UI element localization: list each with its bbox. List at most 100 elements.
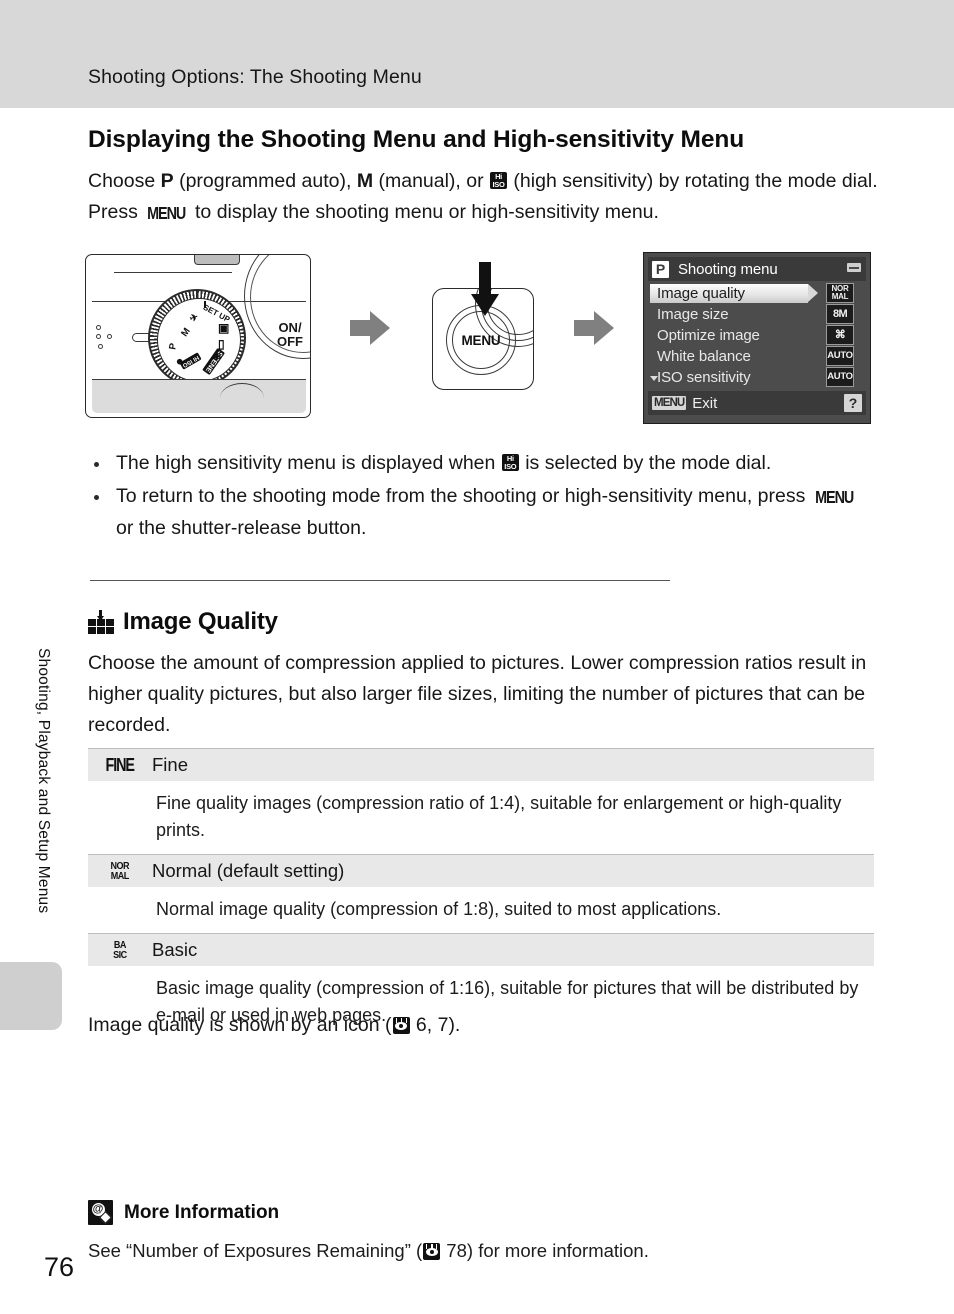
lcd-menu-list: Image quality Image size Optimize image … — [648, 281, 820, 389]
lcd-item-label: ISO sensitivity — [657, 369, 751, 386]
intro-paragraph: Choose P (programmed auto), M (manual), … — [88, 166, 878, 229]
table-row-header-basic: BA SIC Basic — [88, 933, 874, 966]
mi-text-1: See “Number of Exposures Remaining” ( — [88, 1240, 423, 1261]
dial-icon-portrait: ▣ — [218, 321, 230, 335]
quality-label-basic: Basic — [152, 939, 198, 960]
bullet1-text-1: The high sensitivity menu is displayed w… — [116, 452, 501, 474]
page-content: Displaying the Shooting Menu and High-se… — [0, 0, 954, 1314]
quality-glyph-fine: FINE — [88, 755, 152, 776]
mi-text-2: 78) for more information. — [441, 1240, 649, 1261]
intro-text-3: (manual), or — [373, 170, 490, 192]
quality-glyph-normal: NOR MAL — [88, 861, 152, 882]
bullet1-text-2: is selected by the mode dial. — [519, 452, 772, 474]
camera-speaker-dots — [96, 325, 130, 351]
mode-p-label: P — [160, 170, 174, 192]
mode-m-label: M — [356, 170, 374, 192]
image-quality-blocks — [88, 619, 114, 634]
intro-text-1: Choose — [88, 170, 161, 192]
lcd-menu-item-image-size[interactable]: Image size — [648, 304, 820, 325]
cross-reference-icon — [423, 1243, 441, 1260]
quality-label-fine: Fine — [152, 754, 188, 775]
camera-mode-dial-illustration: ON/ OFF M P SET UP SCENE HI ISO ● ▣ ▯ ❀ … — [85, 254, 311, 418]
more-information-text: See “Number of Exposures Remaining” ( 78… — [88, 1236, 878, 1265]
dial-label-m: M — [179, 326, 193, 339]
lcd-item-label: Optimize image — [657, 327, 760, 344]
high-sensitivity-icon: Hi ISO — [490, 172, 508, 189]
menu-button-glyph: MENU — [147, 203, 186, 223]
camera-bottom-plate — [92, 379, 306, 413]
menu-button-label: MENU — [461, 332, 501, 348]
lcd-footer-bar: MENU Exit ? — [648, 391, 866, 415]
image-quality-closing-line: Image quality is shown by an icon ( 6, 7… — [88, 1010, 878, 1041]
lcd-menu-item-image-quality[interactable]: Image quality — [648, 283, 820, 304]
dial-label-p: P — [167, 342, 180, 351]
value-icon-image-size-8m: 8M — [826, 304, 854, 324]
quality-glyph-stacked: BA SIC — [113, 940, 127, 961]
camera-power-label: ON/ OFF — [277, 321, 303, 348]
lcd-item-label: White balance — [657, 348, 751, 365]
quality-glyph-text: FINE — [105, 754, 135, 775]
lcd-title-text: Shooting menu — [678, 260, 778, 278]
quality-glyph-basic: BA SIC — [88, 940, 152, 961]
value-icon-white-balance-auto: AUTO — [826, 346, 854, 366]
value-icon-top: 8M — [832, 307, 848, 320]
lcd-menu-item-optimize-image[interactable]: Optimize image — [648, 325, 820, 346]
lcd-menu-body: Image quality Image size Optimize image … — [648, 281, 866, 389]
intro-text-2: (programmed auto), — [173, 170, 357, 192]
press-down-arrow-icon — [470, 262, 500, 320]
more-information-header: More Information — [88, 1200, 878, 1225]
hiso-icon-bottom: ISO — [504, 461, 517, 471]
lcd-menu-item-white-balance[interactable]: White balance — [648, 346, 820, 367]
image-quality-table: FINE Fine Fine quality images (compressi… — [88, 748, 874, 1039]
intro-text-5: to display the shooting menu or high-sen… — [189, 201, 659, 223]
lcd-item-label: Image size — [657, 306, 729, 323]
menu-button-glyph: MENU — [814, 487, 854, 507]
more-information-block: More Information See “Number of Exposure… — [88, 1200, 878, 1265]
lcd-mode-badge: P — [652, 260, 669, 278]
lcd-footer-menu-glyph[interactable]: MENU — [652, 396, 687, 410]
lcd-item-label: Image quality — [657, 285, 745, 302]
mode-dial: M P SET UP SCENE HI ISO ● ▣ ▯ ❀ ✈ — [148, 289, 246, 387]
table-row-header-fine: FINE Fine — [88, 748, 874, 781]
help-icon[interactable]: ? — [844, 394, 862, 412]
value-icon-top: AUTO — [827, 349, 853, 361]
power-label-line2: OFF — [277, 333, 303, 349]
table-row-header-normal: NOR MAL Normal (default setting) — [88, 854, 874, 887]
tip-bulb-icon — [88, 1200, 113, 1225]
lcd-footer-exit-label: Exit — [692, 394, 718, 412]
value-icon-image-quality-normal: NOR MAL — [826, 283, 854, 303]
value-icon-bottom: MAL — [831, 292, 849, 301]
scroll-down-caret-icon — [650, 376, 658, 381]
quality-label-normal: Normal (default setting) — [152, 860, 345, 881]
process-arrow-1 — [348, 308, 392, 348]
dial-icon-video: ✈ — [188, 311, 201, 326]
high-sensitivity-icon: Hi ISO — [501, 454, 519, 471]
hiso-icon-bottom: ISO — [492, 179, 505, 189]
lcd-screen-mockup: P Shooting menu Image quality Image size… — [643, 252, 871, 424]
power-label-line1: ON/ — [278, 320, 302, 335]
value-icon-top: AUTO — [827, 370, 853, 382]
dial-icon-landscape: ▯ — [218, 337, 225, 351]
bullet2-text-2: or the shutter-release button. — [116, 517, 367, 539]
section-heading: Displaying the Shooting Menu and High-se… — [88, 126, 745, 153]
image-quality-paragraph: Choose the amount of compression applied… — [88, 652, 867, 736]
dial-icon-auto: ● — [174, 354, 186, 371]
value-icon-optimize-image: ⌘ — [826, 325, 854, 345]
bullet-item-return-to-shooting: To return to the shooting mode from the … — [88, 481, 878, 544]
cross-reference-icon — [392, 1017, 410, 1034]
value-icon-iso-auto: AUTO — [826, 367, 854, 387]
closing-text-2: 6, 7). — [410, 1014, 461, 1036]
image-quality-title: Image Quality — [123, 608, 278, 635]
battery-icon — [847, 263, 861, 272]
table-row-desc-fine: Fine quality images (compression ratio o… — [88, 781, 874, 854]
notes-bullet-list: The high sensitivity menu is displayed w… — [88, 448, 878, 546]
optimize-image-glyph: ⌘ — [834, 328, 846, 341]
process-arrow-2 — [572, 308, 616, 348]
more-information-title: More Information — [124, 1201, 280, 1223]
mode-dial-face: M P SET UP SCENE HI ISO ● ▣ ▯ ❀ ✈ — [157, 298, 241, 382]
lcd-menu-item-iso-sensitivity[interactable]: ISO sensitivity — [648, 367, 820, 388]
section-divider — [90, 580, 670, 582]
eye-lash-detail — [426, 1244, 438, 1249]
eye-lash-detail — [395, 1018, 407, 1023]
image-quality-icon — [88, 609, 114, 635]
